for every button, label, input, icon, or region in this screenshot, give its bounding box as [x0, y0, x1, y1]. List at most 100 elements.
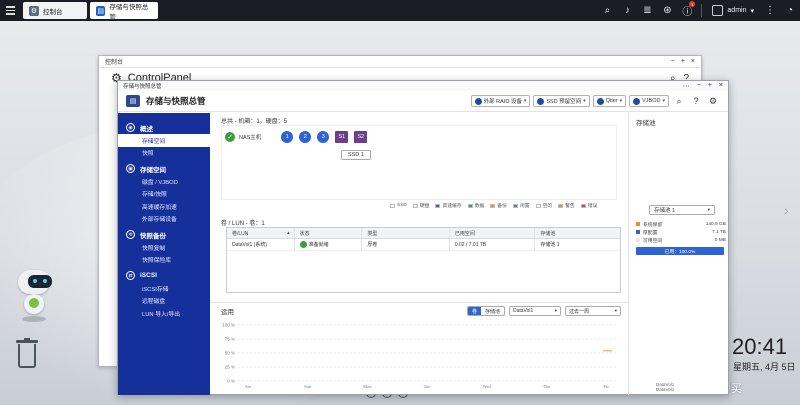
sidebar-item-snapshot[interactable]: 快照	[118, 147, 210, 160]
column-header[interactable]: 状态	[295, 228, 363, 238]
volume-name: DataVol1 (系统)	[227, 239, 295, 250]
external-raid-button[interactable]: 外部 RAID 设备 ▾	[470, 95, 531, 107]
x-tick-label: Tue	[424, 384, 431, 389]
settings-icon[interactable]: ⚙	[706, 96, 720, 107]
legend-label: 备份	[497, 204, 507, 209]
chevron-down-icon: ▾	[523, 98, 527, 104]
more-icon[interactable]: ⋮	[760, 0, 780, 21]
sidebar-item-cache[interactable]: 高速缓存加速	[118, 200, 210, 213]
sidebar-item-remote-disk[interactable]: 远程磁盘	[118, 295, 210, 308]
legend-item: SSD	[390, 202, 407, 209]
column-header[interactable]: 卷/LUN ▴	[227, 228, 295, 238]
sidebar-item-snapshot-replica[interactable]: 快照复制	[118, 241, 210, 254]
notification-icon[interactable]: ⓘ 1	[677, 0, 697, 21]
taskbar-tab-control-panel[interactable]: ⚙ 控制台	[23, 2, 87, 19]
maximize-icon[interactable]: +	[708, 82, 712, 90]
qtier-button[interactable]: Qtier ▾	[592, 95, 627, 107]
help-icon[interactable]: ?	[689, 96, 703, 106]
range-select[interactable]: 过去一周 ▾	[565, 306, 621, 316]
sidebar-item-snapshot-vault[interactable]: 快照保险库	[118, 254, 210, 267]
ssd-icon	[537, 97, 545, 105]
y-tick-label: 0 %	[227, 379, 235, 384]
legend-label: 硬盘	[419, 204, 430, 209]
sidebar-section-overview[interactable]: ◉ 概述	[118, 121, 210, 134]
external-device-icon[interactable]: ⊛	[657, 0, 677, 21]
sidebar-item-iscsi-storage[interactable]: iSCSI存储	[118, 282, 210, 295]
volume-icon[interactable]: ♪	[617, 0, 637, 21]
sidebar-item-disks[interactable]: 磁盘 / VJBOD	[118, 175, 210, 188]
ssd-slot[interactable]: S1	[335, 131, 349, 143]
sidebar-item-storage-snapshots[interactable]: 存储/快照	[118, 188, 210, 201]
sidebar-item-storage[interactable]: 存储空间	[118, 134, 210, 147]
chevron-down-icon: ▾	[583, 98, 586, 104]
username: admin	[727, 7, 747, 14]
sort-icon: ▴	[287, 230, 290, 236]
legend-swatch	[467, 203, 473, 208]
main-content: 总共 - 机箱：1，硬盘：5 ✓ NAS主机 1 2 3 S1 S2 SSD 1…	[210, 113, 674, 395]
main-menu-icon[interactable]	[0, 0, 20, 21]
chevron-down-icon: ▾	[619, 98, 623, 104]
window-title: 控制台	[105, 60, 124, 66]
legend-swatch	[580, 203, 586, 208]
ssd-slot[interactable]: S2	[354, 131, 368, 143]
pool-panel-title: 存储池	[636, 120, 656, 127]
dashboard-icon[interactable]: ◔	[780, 0, 800, 21]
column-header[interactable]: 存储池	[535, 228, 620, 238]
background-task-icon[interactable]: ≣	[637, 0, 657, 21]
ssd-group-pill[interactable]: SSD 1	[341, 150, 371, 160]
pool-select[interactable]: 存储池 1 ▾	[649, 205, 715, 215]
legend-item: 空的	[535, 202, 552, 209]
disk-slot[interactable]: 3	[317, 131, 330, 143]
volume-section-title: 卷 / LUN - 卷：1	[221, 221, 265, 227]
sidebar-item-external[interactable]: 外部存储设备	[118, 213, 210, 226]
qtier-icon	[596, 97, 604, 105]
assistant-robot-icon[interactable]	[12, 270, 56, 326]
storage-icon: ▣	[126, 164, 135, 173]
close-icon[interactable]: ×	[691, 58, 695, 65]
x-tick-label: Wed	[483, 384, 492, 389]
toggle-pool[interactable]: 存储池	[481, 307, 504, 315]
pool-used-fill: 已用：100.0%	[636, 247, 724, 255]
sidebar-section-iscsi[interactable]: ⇄ iSCSI	[118, 269, 210, 282]
pool-used-bar: 已用：100.0%	[636, 247, 724, 255]
sidebar-section-storage[interactable]: ▣ 存储空间	[118, 162, 210, 175]
volume-table: 卷/LUN ▴ 状态 类型 已用空间 存储池 DataVol1 (系统) 准备就绪…	[226, 227, 621, 293]
sidebar-item-lun-import-export[interactable]: LUN 导入/导出	[118, 307, 210, 320]
button-label: VJBOD	[642, 98, 661, 104]
legend-item: 备份	[490, 202, 507, 209]
legend-label: 警告	[565, 204, 575, 209]
nas-disk-row: ✓ NAS主机 1 2 3 S1 S2	[225, 131, 369, 143]
storage-manager-window: 存储与快照总管 ⋯ − + × ▤ 存储与快照总管 外部 RAID 设备 ▾ SS…	[117, 80, 729, 395]
user-menu[interactable]: admin ▾	[706, 5, 760, 16]
desktop-clock: 20:41	[732, 334, 788, 359]
volume-select[interactable]: DataVol1 ▾	[509, 306, 561, 316]
pool-stat-row: 可用空间 0 MB	[636, 236, 726, 244]
table-row[interactable]: DataVol1 (系统) 准备就绪 厚卷 0.02 / 7.01 TB 存储池…	[227, 239, 620, 250]
recycle-bin-icon[interactable]	[16, 338, 38, 368]
check-icon: ✓	[225, 132, 235, 142]
nas-label: NAS主机	[239, 135, 262, 141]
legend-item: 错误	[580, 202, 597, 209]
options-icon[interactable]: ⋯	[683, 82, 690, 90]
search-icon[interactable]: ⌕	[597, 0, 617, 21]
minimize-icon[interactable]: −	[697, 82, 701, 90]
column-header[interactable]: 已用空间	[450, 228, 536, 238]
column-header[interactable]: 类型	[362, 228, 450, 238]
sidebar-section-snapshot-backup[interactable]: ⟲ 快照备份	[118, 228, 210, 241]
legend-swatch	[558, 203, 564, 208]
taskbar-tab-storage[interactable]: ▤ 存储与快照总管	[90, 2, 158, 21]
search-icon[interactable]: ⌕	[672, 96, 686, 107]
minimize-icon[interactable]: −	[671, 58, 675, 65]
ssd-profile-button[interactable]: SSD 预留空间 ▾	[533, 95, 590, 107]
toggle-volume[interactable]: 卷	[467, 307, 481, 315]
close-icon[interactable]: ×	[719, 82, 723, 90]
disk-slot[interactable]: 1	[281, 131, 294, 143]
vjbod-button[interactable]: VJBOD ▾	[629, 95, 669, 107]
legend-label: 闲置	[519, 204, 530, 209]
maximize-icon[interactable]: +	[681, 58, 685, 65]
taskbar: ⚙ 控制台 ▤ 存储与快照总管 ⌕ ♪ ≣ ⊛ ⓘ 1 admin ▾ ⋮ ◔	[0, 0, 800, 21]
stat-value: 7.1 TB	[711, 229, 726, 235]
disk-slot[interactable]: 2	[299, 131, 312, 143]
chevron-right-icon[interactable]: ›	[784, 202, 789, 218]
chevron-down-icon: ▾	[554, 308, 557, 313]
